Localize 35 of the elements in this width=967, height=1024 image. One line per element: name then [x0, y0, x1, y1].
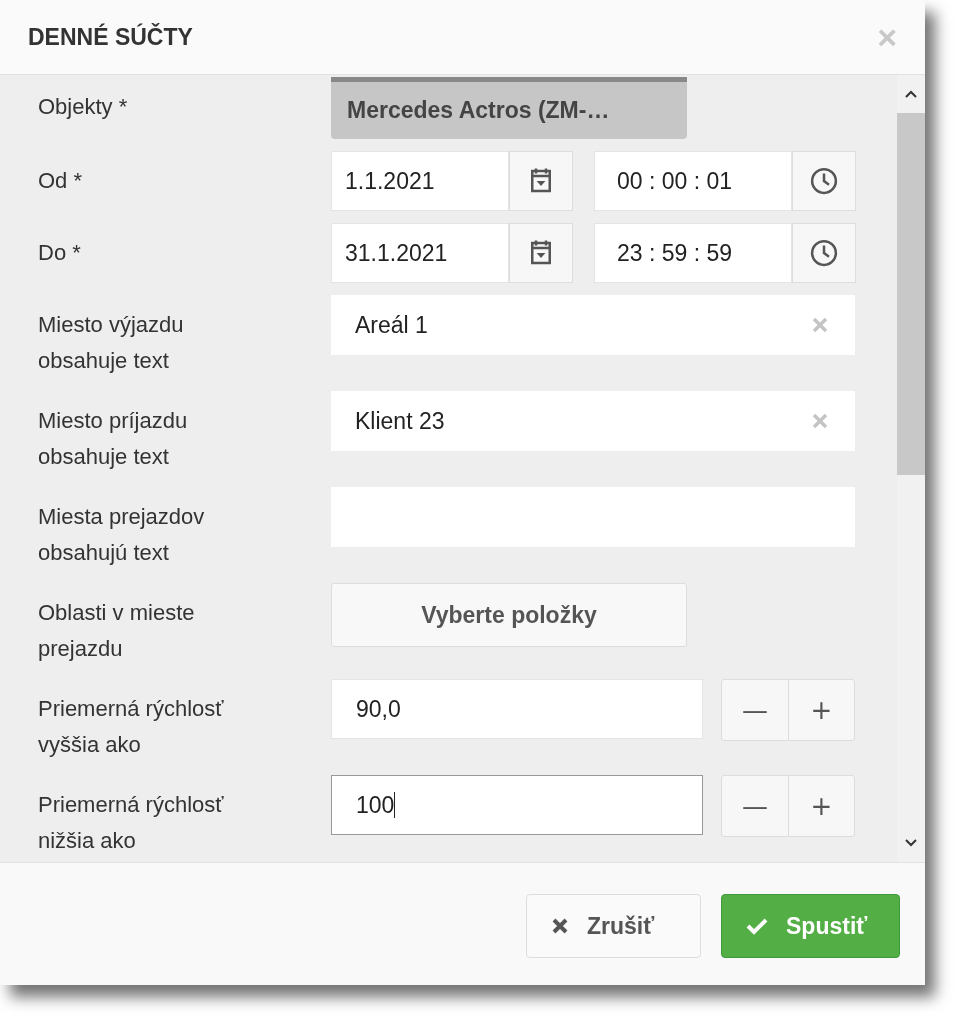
field-label: Miesto príjazdu obsahuje text	[38, 407, 189, 471]
field-label: Objekty *	[38, 93, 129, 121]
scroll-down-icon[interactable]	[904, 838, 918, 848]
dialog-title: DENNÉ SÚČTY	[28, 23, 193, 51]
close-icon	[551, 917, 569, 935]
time-field[interactable]: 00 : 00 : 01	[594, 151, 792, 211]
number-field[interactable]: 90,0	[331, 679, 703, 739]
multiselect-button[interactable]: Vyberte položky	[331, 583, 687, 647]
clock-button[interactable]	[792, 223, 856, 283]
date-field[interactable]: 31.1.2021	[331, 223, 509, 283]
field-label: Miesta prejazdov obsahujú text	[38, 503, 206, 567]
field-label: Od *	[38, 167, 84, 195]
increment-button[interactable]: +	[788, 680, 854, 740]
clock-icon	[809, 166, 839, 196]
decrement-button[interactable]: —	[722, 680, 788, 740]
number-field[interactable]: 100	[331, 775, 703, 835]
calendar-button[interactable]	[509, 151, 573, 211]
field-label: Oblasti v mieste prejazdu	[38, 599, 196, 663]
clock-button[interactable]	[792, 151, 856, 211]
cancel-button[interactable]: Zrušiť	[526, 894, 701, 958]
decrement-button[interactable]: —	[722, 776, 788, 836]
clock-icon	[809, 238, 839, 268]
field-label: Priemerná rýchlosť vyššia ako	[38, 695, 225, 759]
object-select[interactable]: Mercedes Actros (ZM-…	[331, 77, 687, 139]
increment-button[interactable]: +	[788, 776, 854, 836]
field-label: Priemerná rýchlosť nižšia ako	[38, 791, 225, 855]
date-field[interactable]: 1.1.2021	[331, 151, 509, 211]
time-field[interactable]: 23 : 59 : 59	[594, 223, 792, 283]
scroll-up-icon[interactable]	[904, 89, 918, 99]
calendar-button[interactable]	[509, 223, 573, 283]
checkmark-icon	[746, 917, 768, 935]
field-label: Do *	[38, 239, 82, 267]
text-field[interactable]: Klient 23	[331, 391, 855, 451]
text-field[interactable]: Areál 1	[331, 295, 855, 355]
field-label: Miesto výjazdu obsahuje text	[38, 311, 185, 375]
